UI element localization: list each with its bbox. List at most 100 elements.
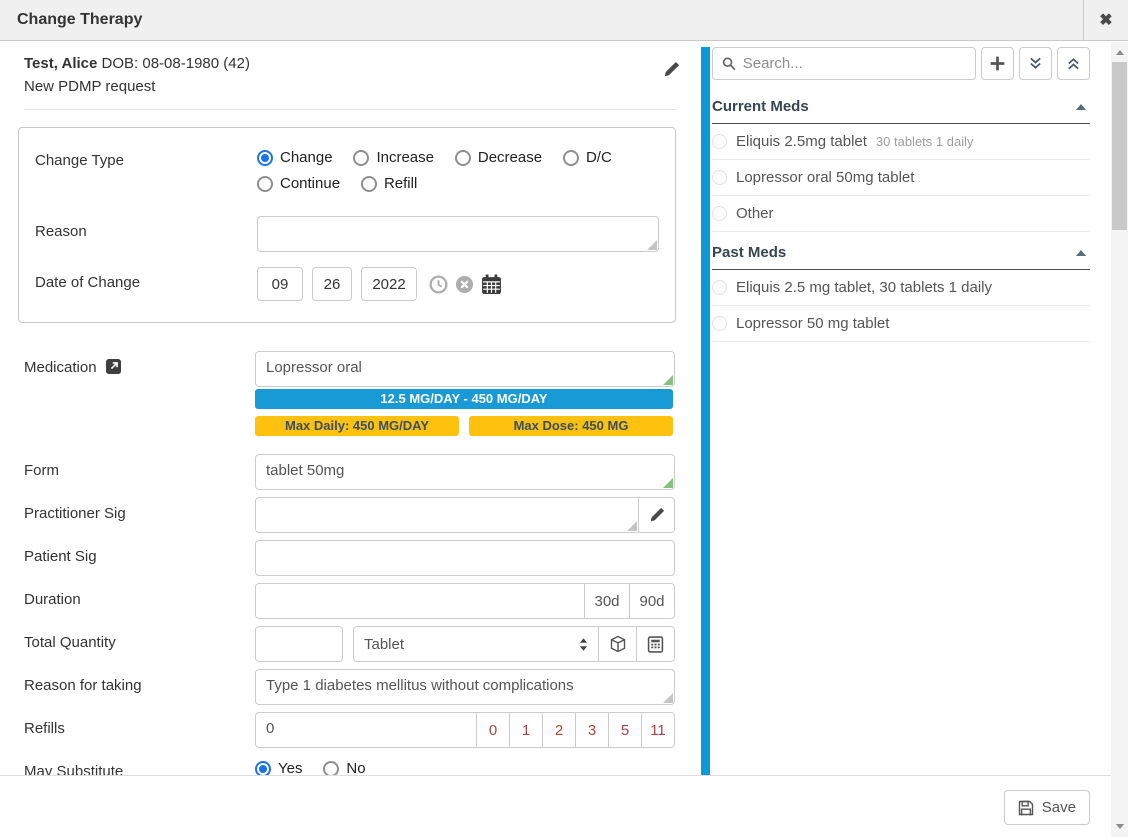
refills-preset-5[interactable]: 5 [608, 713, 641, 747]
sidebar-accent-bar [701, 47, 710, 775]
med-name: Lopressor 50 mg tablet [736, 315, 889, 332]
triangle-up-icon [1116, 50, 1124, 55]
scroll-down-button[interactable] [1111, 818, 1128, 835]
change-details-box: Change Type Change Increase Decrease D/C… [18, 127, 676, 323]
quantity-unit-value: Tablet [364, 636, 404, 653]
current-med-item-lopressor[interactable]: Lopressor oral 50mg tablet [712, 160, 1090, 196]
triangle-down-icon [1116, 824, 1124, 829]
patient-line: Test, Alice DOB: 08-08-1980 (42) [24, 53, 676, 74]
current-med-item-eliquis[interactable]: Eliquis 2.5mg tablet 30 tablets 1 daily [712, 124, 1090, 160]
med-radio [712, 206, 727, 221]
duration-30d-button[interactable]: 30d [584, 584, 629, 618]
duration-input[interactable] [256, 584, 584, 618]
max-daily-badge: Max Daily: 450 MG/DAY [255, 416, 459, 436]
reason-textarea[interactable] [257, 216, 659, 252]
date-month-input[interactable]: 09 [257, 267, 303, 301]
med-search-box[interactable] [712, 47, 976, 80]
save-label: Save [1042, 799, 1076, 816]
date-day-input[interactable]: 26 [312, 267, 352, 301]
refills-preset-11[interactable]: 11 [641, 713, 674, 747]
collapse-caret-icon [1076, 104, 1086, 110]
med-detail: 30 tablets 1 daily [876, 134, 974, 149]
radio-dot [257, 176, 273, 192]
add-med-button[interactable] [981, 47, 1014, 80]
duration-label: Duration [24, 583, 255, 619]
scroll-up-button[interactable] [1111, 44, 1128, 61]
med-search-input[interactable] [743, 55, 966, 72]
duration-90d-button[interactable]: 90d [629, 584, 674, 618]
set-time-button[interactable] [429, 275, 448, 294]
date-year-input[interactable]: 2022 [361, 267, 417, 301]
meds-sidebar: Current Meds Eliquis 2.5mg tablet 30 tab… [712, 47, 1090, 342]
med-name: Eliquis 2.5 mg tablet, 30 tablets 1 dail… [736, 279, 992, 296]
radio-change[interactable]: Change [257, 149, 333, 166]
edit-sig-button[interactable] [638, 498, 674, 532]
radio-refill[interactable]: Refill [361, 175, 417, 192]
vertical-scrollbar[interactable] [1111, 42, 1128, 837]
radio-decrease[interactable]: Decrease [455, 149, 542, 166]
modal-title: Change Therapy [0, 11, 142, 29]
past-med-item-lopressor[interactable]: Lopressor 50 mg tablet [712, 306, 1090, 342]
dose-range-badge: 12.5 MG/DAY - 450 MG/DAY [255, 389, 673, 409]
radio-label: Change [280, 149, 333, 166]
close-button[interactable]: ✖ [1083, 0, 1128, 41]
medication-label: Medication [24, 351, 255, 387]
refills-preset-0[interactable]: 0 [476, 713, 509, 747]
patient-summary: Test, Alice DOB: 08-08-1980 (42) New PDM… [24, 53, 676, 110]
close-icon: ✖ [1099, 10, 1112, 30]
refills-preset-2[interactable]: 2 [542, 713, 575, 747]
change-type-label: Change Type [35, 145, 257, 201]
plus-icon [989, 55, 1006, 72]
radio-increase[interactable]: Increase [353, 149, 434, 166]
section-title: Current Meds [712, 98, 809, 115]
med-radio [712, 316, 727, 331]
current-med-item-other[interactable]: Other [712, 196, 1090, 232]
radio-dot [353, 150, 369, 166]
radio-label: Continue [280, 175, 340, 192]
clock-icon [429, 275, 448, 294]
clear-date-button[interactable] [455, 275, 474, 294]
search-icon [722, 56, 736, 71]
radio-continue[interactable]: Continue [257, 175, 340, 192]
refills-label: Refills [24, 712, 255, 748]
package-button[interactable] [598, 627, 636, 661]
radio-dot [257, 150, 273, 166]
quantity-unit-select[interactable]: Tablet [354, 627, 598, 661]
patient-sig-input[interactable] [255, 540, 675, 576]
med-name: Eliquis 2.5mg tablet [736, 133, 867, 150]
save-button[interactable]: Save [1004, 790, 1090, 825]
refills-preset-1[interactable]: 1 [509, 713, 542, 747]
current-meds-header[interactable]: Current Meds [712, 91, 1090, 124]
modal-footer: Save [0, 775, 1111, 837]
cube-icon [609, 635, 627, 653]
collapse-all-button[interactable] [1057, 47, 1090, 80]
sort-arrows-icon [579, 638, 588, 651]
scrollbar-thumb[interactable] [1112, 62, 1127, 230]
radio-dc[interactable]: D/C [563, 149, 612, 166]
expand-all-button[interactable] [1019, 47, 1052, 80]
form-textarea[interactable]: tablet 50mg [255, 454, 675, 490]
med-radio [712, 280, 727, 295]
medication-lookup-button[interactable] [106, 359, 121, 374]
patient-name: Test, Alice [24, 55, 97, 72]
medication-textarea[interactable]: Lopressor oral [255, 351, 675, 387]
radio-dot [455, 150, 471, 166]
med-name: Lopressor oral 50mg tablet [736, 169, 914, 186]
refills-preset-3[interactable]: 3 [575, 713, 608, 747]
double-chevron-up-icon [1066, 56, 1081, 71]
quantity-input[interactable] [255, 626, 343, 662]
change-therapy-form: Test, Alice DOB: 08-08-1980 (42) New PDM… [0, 42, 690, 839]
reason-for-taking-label: Reason for taking [24, 669, 255, 705]
past-med-item-eliquis[interactable]: Eliquis 2.5 mg tablet, 30 tablets 1 dail… [712, 270, 1090, 306]
x-circle-icon [455, 275, 474, 294]
open-calendar-button[interactable] [481, 274, 502, 295]
total-quantity-label: Total Quantity [24, 626, 255, 662]
edit-patient-button[interactable] [663, 61, 680, 78]
collapse-caret-icon [1076, 250, 1086, 256]
refills-input[interactable]: 0 [256, 713, 476, 747]
calendar-icon [481, 274, 502, 295]
past-meds-header[interactable]: Past Meds [712, 237, 1090, 270]
calculate-quantity-button[interactable] [636, 627, 674, 661]
practitioner-sig-textarea[interactable] [256, 498, 638, 532]
reason-for-taking-textarea[interactable]: Type 1 diabetes mellitus without complic… [255, 669, 675, 705]
